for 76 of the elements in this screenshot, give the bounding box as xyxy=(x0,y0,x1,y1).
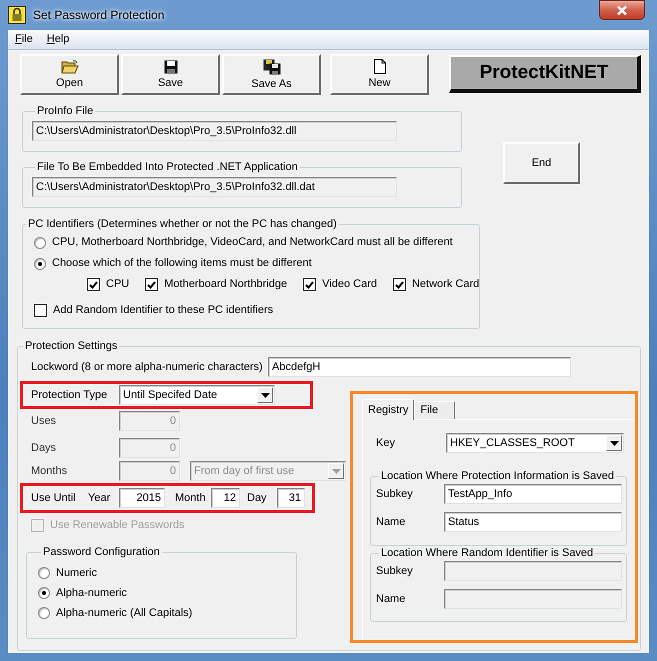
caret-icon xyxy=(332,468,340,474)
radio-button[interactable] xyxy=(38,587,50,599)
field-label: Days xyxy=(31,440,58,456)
check-icon xyxy=(147,280,156,288)
caret-icon xyxy=(610,440,618,446)
checkbox-label: Network Card xyxy=(412,277,480,292)
text-field[interactable]: TestApp_Info xyxy=(444,484,622,504)
field-label: Lockword (8 or more alpha-numeric characters) xyxy=(31,360,264,375)
month-field[interactable]: 12 xyxy=(211,488,240,508)
checkbox[interactable] xyxy=(87,278,100,291)
text-field[interactable]: Status xyxy=(444,512,622,532)
field-label: Subkey xyxy=(376,564,414,579)
radio-label: Alpha-numeric xyxy=(56,586,127,601)
logo: ProtectKitNET xyxy=(449,55,641,93)
field-label: Year xyxy=(88,490,112,506)
group-title: Protection Settings xyxy=(24,339,118,353)
day-field[interactable]: 31 xyxy=(277,488,305,508)
group-title: ProInfo File xyxy=(36,104,94,118)
checkbox[interactable] xyxy=(303,278,316,291)
menu-item[interactable]: File xyxy=(8,31,40,48)
radio-button[interactable] xyxy=(38,567,50,579)
checkbox-label: Video Card xyxy=(322,277,377,292)
dropdown[interactable]: HKEY_CLASSES_ROOT xyxy=(446,433,624,453)
checkbox-label: CPU xyxy=(106,277,130,292)
checkbox[interactable] xyxy=(392,278,406,291)
field-label: Name xyxy=(376,592,406,607)
group-title: File To Be Embedded Into Protected .NET Application xyxy=(36,160,299,174)
group-title: PC Identifiers (Determines whether or not the PC has changed) xyxy=(27,217,338,231)
field-label: Use Until xyxy=(31,490,77,506)
field-label: Uses xyxy=(31,414,58,429)
close-icon xyxy=(616,4,628,16)
checkbox[interactable] xyxy=(34,304,47,317)
field-label: Protection Type xyxy=(31,388,108,403)
radio-label: Choose which of the following items must be different xyxy=(52,256,312,272)
folder-icon xyxy=(60,60,78,74)
window-title: Set Password Protection xyxy=(33,7,164,24)
radio-label: CPU, Motherboard Northbridge, VideoCard, and NetworkCard must all be different xyxy=(52,235,453,250)
path-field[interactable]: C:\Users\Administrator\Desktop\Pro_3.5\ProInfo32.dll.dat xyxy=(32,177,397,197)
field-label: Month xyxy=(175,490,207,506)
field-label: Name xyxy=(376,514,406,530)
tab[interactable]: File xyxy=(414,401,456,419)
toolbar-button[interactable]: Save As xyxy=(222,54,321,95)
radio-button[interactable] xyxy=(34,236,46,248)
toolbar-button[interactable]: Save xyxy=(121,54,220,95)
check-icon xyxy=(394,280,404,288)
radio-label: Alpha-numeric (All Capitals) xyxy=(56,606,192,621)
check-icon xyxy=(305,280,314,288)
field-label: Months xyxy=(31,464,68,479)
group-title: Location Where Random Identifier is Saved xyxy=(380,546,594,560)
text-field[interactable]: AbcdefgH xyxy=(268,357,571,377)
radio-label: Numeric xyxy=(56,566,97,581)
field-label: Day xyxy=(247,490,268,506)
checkbox[interactable] xyxy=(145,278,158,291)
year-field[interactable]: 2015 xyxy=(119,488,165,508)
path-field[interactable]: C:\Users\Administrator\Desktop\Pro_3.5\ProInfo32.dll xyxy=(32,121,397,141)
end-button[interactable]: End xyxy=(503,142,580,184)
group-title: Location Where Protection Information is Saved xyxy=(380,469,615,483)
check-icon xyxy=(89,280,98,288)
dropdown[interactable]: Until Specifed Date xyxy=(119,385,275,405)
field-label: Subkey xyxy=(376,486,414,502)
document-icon xyxy=(374,59,386,74)
floppy-disks-icon xyxy=(262,58,280,74)
checkbox-label: Use Renewable Passwords xyxy=(50,518,185,533)
caret-icon xyxy=(260,392,270,398)
group-title: Password Configuration xyxy=(42,545,161,559)
lock-icon xyxy=(8,6,26,24)
toolbar-button[interactable]: Open xyxy=(20,54,119,95)
menu-item[interactable]: Help xyxy=(40,31,76,48)
radio-button[interactable] xyxy=(34,258,46,270)
checkbox-label: Add Random Identifier to these PC identifiers xyxy=(53,303,274,318)
radio-button[interactable] xyxy=(38,607,50,619)
field-label: Key xyxy=(376,436,396,451)
toolbar-button[interactable]: New xyxy=(330,54,429,95)
checkbox-label: Motherboard Northbridge xyxy=(164,277,288,292)
close-button[interactable] xyxy=(599,0,645,20)
tab[interactable]: Registry xyxy=(362,399,414,420)
